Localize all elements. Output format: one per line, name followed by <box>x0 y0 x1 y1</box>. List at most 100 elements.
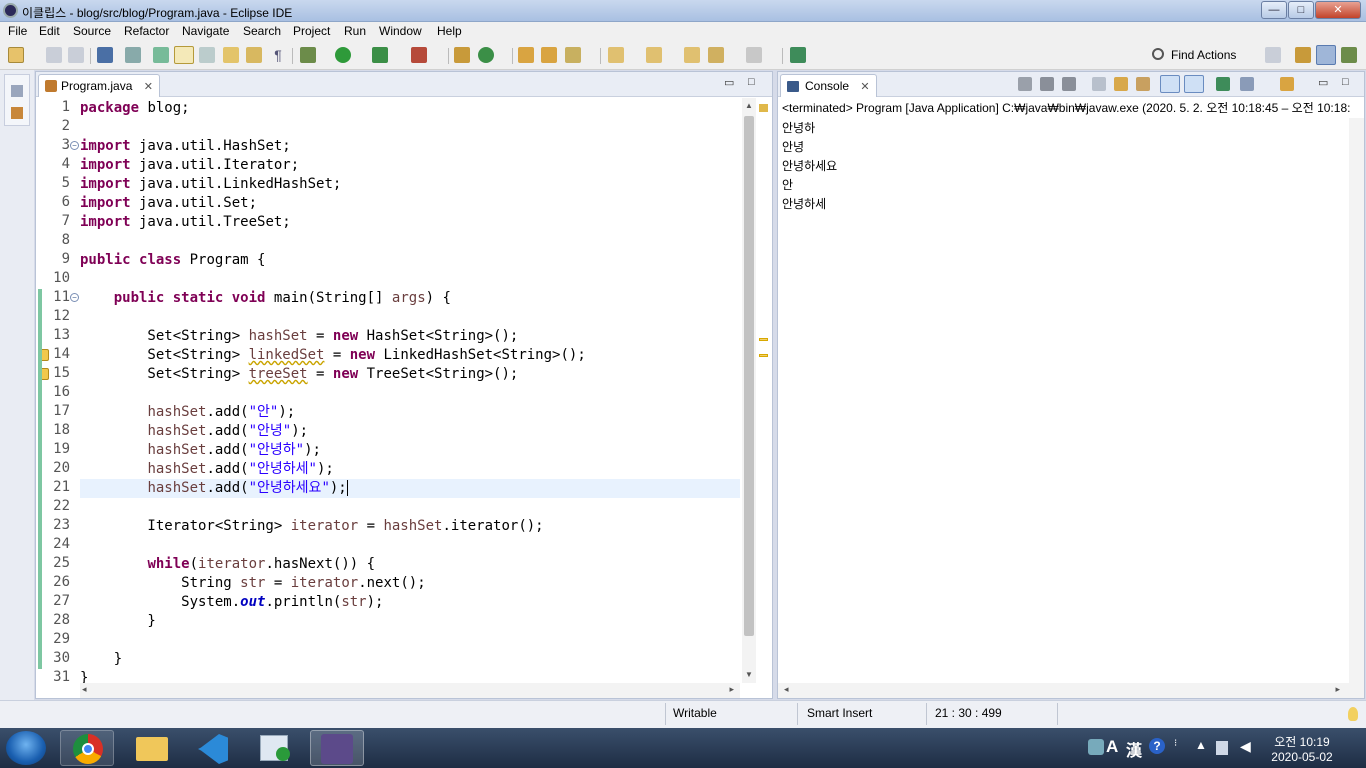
open-perspective-icon[interactable] <box>1265 47 1281 63</box>
tab-program-java[interactable]: Program.java ✕ <box>38 74 160 97</box>
code-line[interactable]: Iterator<String> iterator = hashSet.iter… <box>80 517 740 536</box>
open-console-icon[interactable] <box>97 47 113 63</box>
current-code-line[interactable]: hashSet.add("안녕하세요"); <box>80 479 740 498</box>
run-icon[interactable] <box>335 47 351 63</box>
minimize-console-button[interactable]: ▭ <box>1318 76 1328 89</box>
outline-icon[interactable] <box>11 107 23 119</box>
close-console-icon[interactable]: ✕ <box>860 81 869 93</box>
menu-file[interactable]: File <box>8 24 27 38</box>
code-line[interactable]: Set<String> hashSet = new HashSet<String… <box>80 327 740 346</box>
toggle-mark-occurrences-icon[interactable] <box>153 47 169 63</box>
debug-perspective-icon[interactable] <box>1341 47 1357 63</box>
code-line[interactable]: import java.util.LinkedHashSet; <box>80 175 740 194</box>
show-on-error-icon[interactable] <box>1184 75 1204 93</box>
code-line[interactable]: public class Program { <box>80 251 740 270</box>
editor-vertical-scrollbar[interactable]: ▲ ▼ <box>742 98 756 683</box>
code-line[interactable]: hashSet.add("안녕하"); <box>80 441 740 460</box>
code-line[interactable]: Set<String> linkedSet = new LinkedHashSe… <box>80 346 740 365</box>
code-line[interactable]: import java.util.Set; <box>80 194 740 213</box>
scroll-down-icon[interactable]: ▼ <box>745 670 753 679</box>
status-insert-mode[interactable]: Smart Insert <box>807 706 872 720</box>
scrollbar-thumb[interactable] <box>744 116 754 636</box>
editor-horizontal-scrollbar[interactable]: ◂ ▸ <box>80 683 740 698</box>
warning-marker[interactable] <box>759 338 768 341</box>
find-actions-button[interactable]: Find Actions <box>1150 47 1258 65</box>
ime-settings-icon[interactable]: ⁝ <box>1174 738 1177 749</box>
menu-search[interactable]: Search <box>243 24 281 38</box>
back-icon[interactable] <box>708 47 724 63</box>
close-tab-icon[interactable]: ✕ <box>144 81 153 93</box>
code-editor[interactable]: package blog; import java.util.HashSet; im… <box>80 98 740 683</box>
save-icon[interactable] <box>46 47 62 63</box>
code-line[interactable] <box>80 631 740 650</box>
ime-mode-a[interactable]: A <box>1106 737 1118 757</box>
maximize-console-button[interactable]: □ <box>1342 76 1349 88</box>
minimize-button[interactable]: — <box>1261 1 1287 19</box>
package-explorer-icon[interactable] <box>11 85 23 97</box>
code-line[interactable]: while(iterator.hasNext()) { <box>80 555 740 574</box>
code-line[interactable] <box>80 270 740 289</box>
show-hidden-icons-icon[interactable]: ▲ <box>1195 738 1207 752</box>
new-icon[interactable] <box>8 47 24 63</box>
new-java-package-icon[interactable] <box>454 47 470 63</box>
java-perspective-icon[interactable] <box>1316 45 1336 65</box>
menu-help[interactable]: Help <box>437 24 462 38</box>
code-line[interactable]: package blog; <box>80 99 740 118</box>
code-line[interactable]: Set<String> treeSet = new TreeSet<String… <box>80 365 740 384</box>
menu-project[interactable]: Project <box>293 24 330 38</box>
menu-navigate[interactable]: Navigate <box>182 24 229 38</box>
open-type-icon[interactable] <box>518 47 534 63</box>
warning-marker[interactable] <box>759 354 768 357</box>
taskbar-chrome[interactable] <box>60 730 114 766</box>
remove-all-terminated-icon[interactable] <box>1062 77 1076 91</box>
code-line[interactable]: import java.util.TreeSet; <box>80 213 740 232</box>
menu-source[interactable]: Source <box>73 24 111 38</box>
network-globe-icon[interactable] <box>1088 739 1104 755</box>
menu-run[interactable]: Run <box>344 24 366 38</box>
console-vertical-scrollbar[interactable] <box>1349 118 1364 683</box>
fold-toggle-icon[interactable]: − <box>70 141 79 150</box>
code-line[interactable]: import java.util.Iterator; <box>80 156 740 175</box>
code-line[interactable] <box>80 232 740 251</box>
taskbar-media-player[interactable] <box>248 730 302 766</box>
code-line[interactable] <box>80 118 740 137</box>
status-cursor-position[interactable]: 21 : 30 : 499 <box>935 706 1002 720</box>
minimize-view-button[interactable]: ▭ <box>724 76 734 89</box>
scroll-left-icon[interactable]: ◂ <box>82 684 87 695</box>
close-button[interactable]: ✕ <box>1315 1 1361 19</box>
code-line[interactable]: } <box>80 669 740 683</box>
external-tools-icon[interactable] <box>411 47 427 63</box>
coverage-icon[interactable] <box>372 47 388 63</box>
start-button[interactable] <box>6 731 46 765</box>
prev-annotation-icon[interactable] <box>246 47 262 63</box>
warning-summary-icon[interactable] <box>759 104 768 112</box>
menu-refactor[interactable]: Refactor <box>124 24 169 38</box>
clock-time[interactable]: 오전 10:19 <box>1262 733 1342 750</box>
ime-help-icon[interactable]: ? <box>1149 738 1165 754</box>
debug-icon[interactable] <box>300 47 316 63</box>
scroll-left-icon[interactable]: ◂ <box>784 684 789 695</box>
console-horizontal-scrollbar[interactable]: ◂ ▸ <box>778 683 1364 698</box>
code-line[interactable] <box>80 308 740 327</box>
save-all-icon[interactable] <box>68 47 84 63</box>
code-line[interactable]: } <box>80 650 740 669</box>
pin-console-icon[interactable] <box>1216 77 1230 91</box>
prev-edit-icon[interactable] <box>646 47 662 63</box>
speaker-icon[interactable]: ◀ <box>1240 738 1251 755</box>
code-line[interactable]: hashSet.add("안"); <box>80 403 740 422</box>
pin-editor-icon[interactable] <box>790 47 806 63</box>
code-line[interactable]: hashSet.add("안녕"); <box>80 422 740 441</box>
maximize-button[interactable]: □ <box>1288 1 1314 19</box>
java-ee-perspective-icon[interactable] <box>1295 47 1311 63</box>
clock-date[interactable]: 2020-05-02 <box>1262 750 1342 764</box>
forward-icon[interactable] <box>746 47 762 63</box>
new-java-class-icon[interactable] <box>478 47 494 63</box>
code-line[interactable] <box>80 498 740 517</box>
code-line[interactable]: String str = iterator.next(); <box>80 574 740 593</box>
clear-console-icon[interactable] <box>1092 77 1106 91</box>
terminate-icon[interactable] <box>1018 77 1032 91</box>
code-line[interactable]: } <box>80 612 740 631</box>
code-line[interactable] <box>80 536 740 555</box>
taskbar-eclipse[interactable] <box>310 730 364 766</box>
scroll-up-icon[interactable]: ▲ <box>745 101 753 110</box>
